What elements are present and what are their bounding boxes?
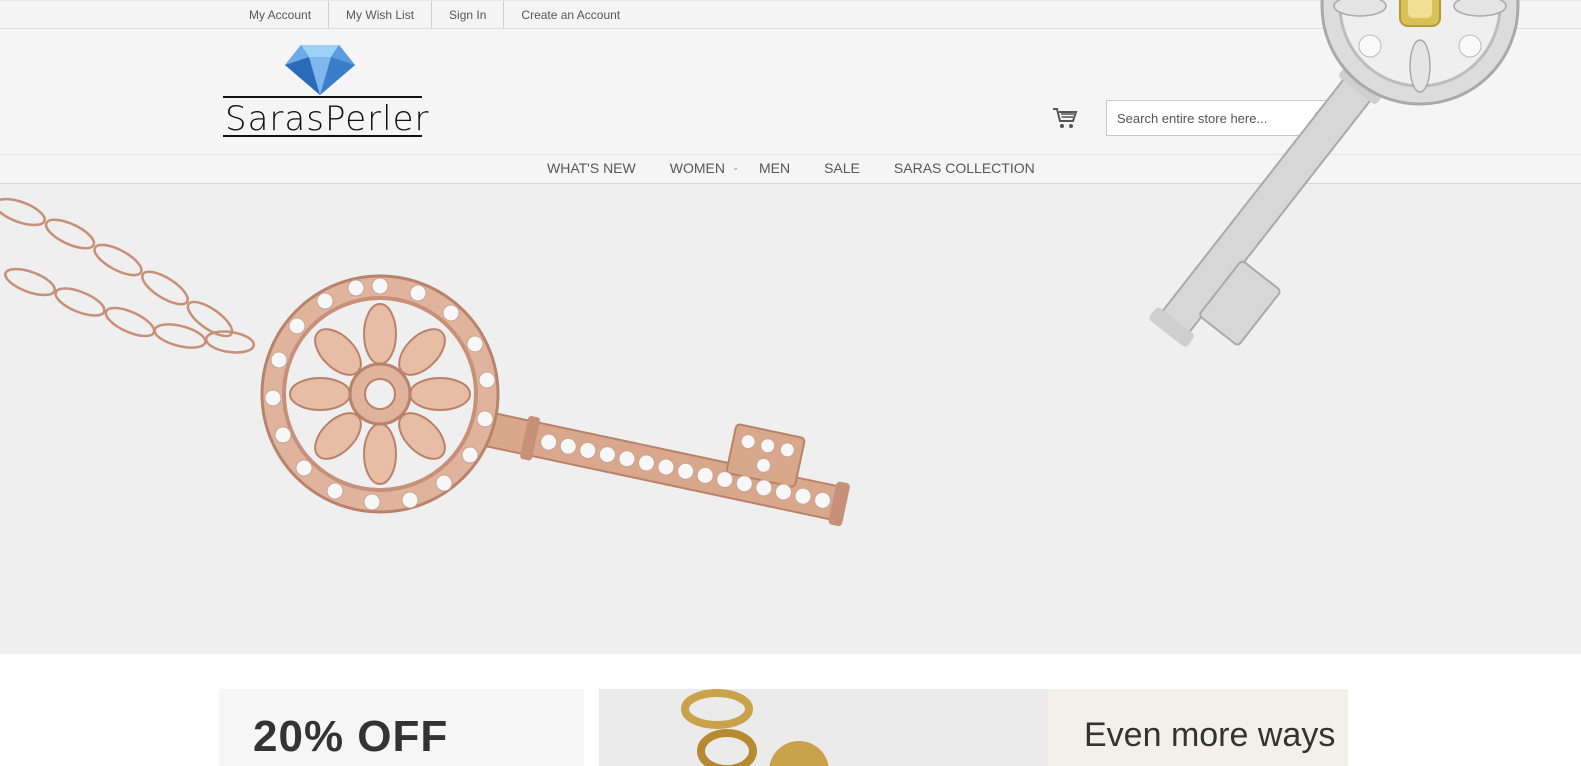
search-input[interactable] — [1107, 101, 1317, 135]
promo-discount-text: 20% OFF — [253, 712, 449, 761]
top-links-list: My Account My Wish List Sign In Create a… — [232, 1, 637, 29]
cart-icon — [1053, 108, 1078, 128]
nav-item-women-label: WOMEN — [669, 160, 725, 176]
search-icon[interactable] — [1314, 110, 1330, 126]
nav-item-women[interactable]: WOMEN ⌄ — [653, 155, 742, 183]
main-nav: WHAT'S NEW WOMEN ⌄ MEN SALE SARAS COLLECT… — [0, 154, 1581, 184]
promo-more-ways-text: Even more ways — [1084, 716, 1336, 754]
diamond-icon — [285, 45, 355, 95]
sign-in-link[interactable]: Sign In — [431, 1, 503, 29]
hero-banner[interactable] — [0, 184, 1581, 654]
promo-tile-discount[interactable]: 20% OFF — [219, 689, 584, 766]
logo-rule-top — [223, 96, 422, 98]
nav-item-whats-new[interactable]: WHAT'S NEW — [530, 155, 653, 183]
main-nav-list: WHAT'S NEW WOMEN ⌄ MEN SALE SARAS COLLECT… — [530, 155, 1052, 183]
nav-item-saras-collection[interactable]: SARAS COLLECTION — [877, 155, 1052, 183]
site-header: SarasPerler — [0, 29, 1581, 154]
nav-item-men[interactable]: MEN — [742, 155, 807, 183]
logo[interactable]: SarasPerler — [223, 43, 428, 138]
top-links-bar: My Account My Wish List Sign In Create a… — [0, 0, 1581, 29]
promo-tile-image[interactable] — [599, 689, 1048, 766]
rose-gold-key-image — [0, 197, 850, 527]
search-box — [1106, 100, 1340, 136]
my-wish-list-link[interactable]: My Wish List — [328, 1, 431, 29]
gold-chain-image — [681, 689, 829, 766]
logo-rule-bottom — [223, 135, 422, 137]
logo-text: SarasPerler — [225, 99, 430, 139]
create-account-link[interactable]: Create an Account — [503, 1, 637, 29]
chevron-down-icon: ⌄ — [732, 163, 739, 172]
promo-tile-more-ways[interactable]: Even more ways — [1048, 689, 1348, 766]
nav-item-sale[interactable]: SALE — [807, 155, 877, 183]
cart-button[interactable] — [1052, 106, 1078, 130]
my-account-link[interactable]: My Account — [232, 1, 328, 29]
